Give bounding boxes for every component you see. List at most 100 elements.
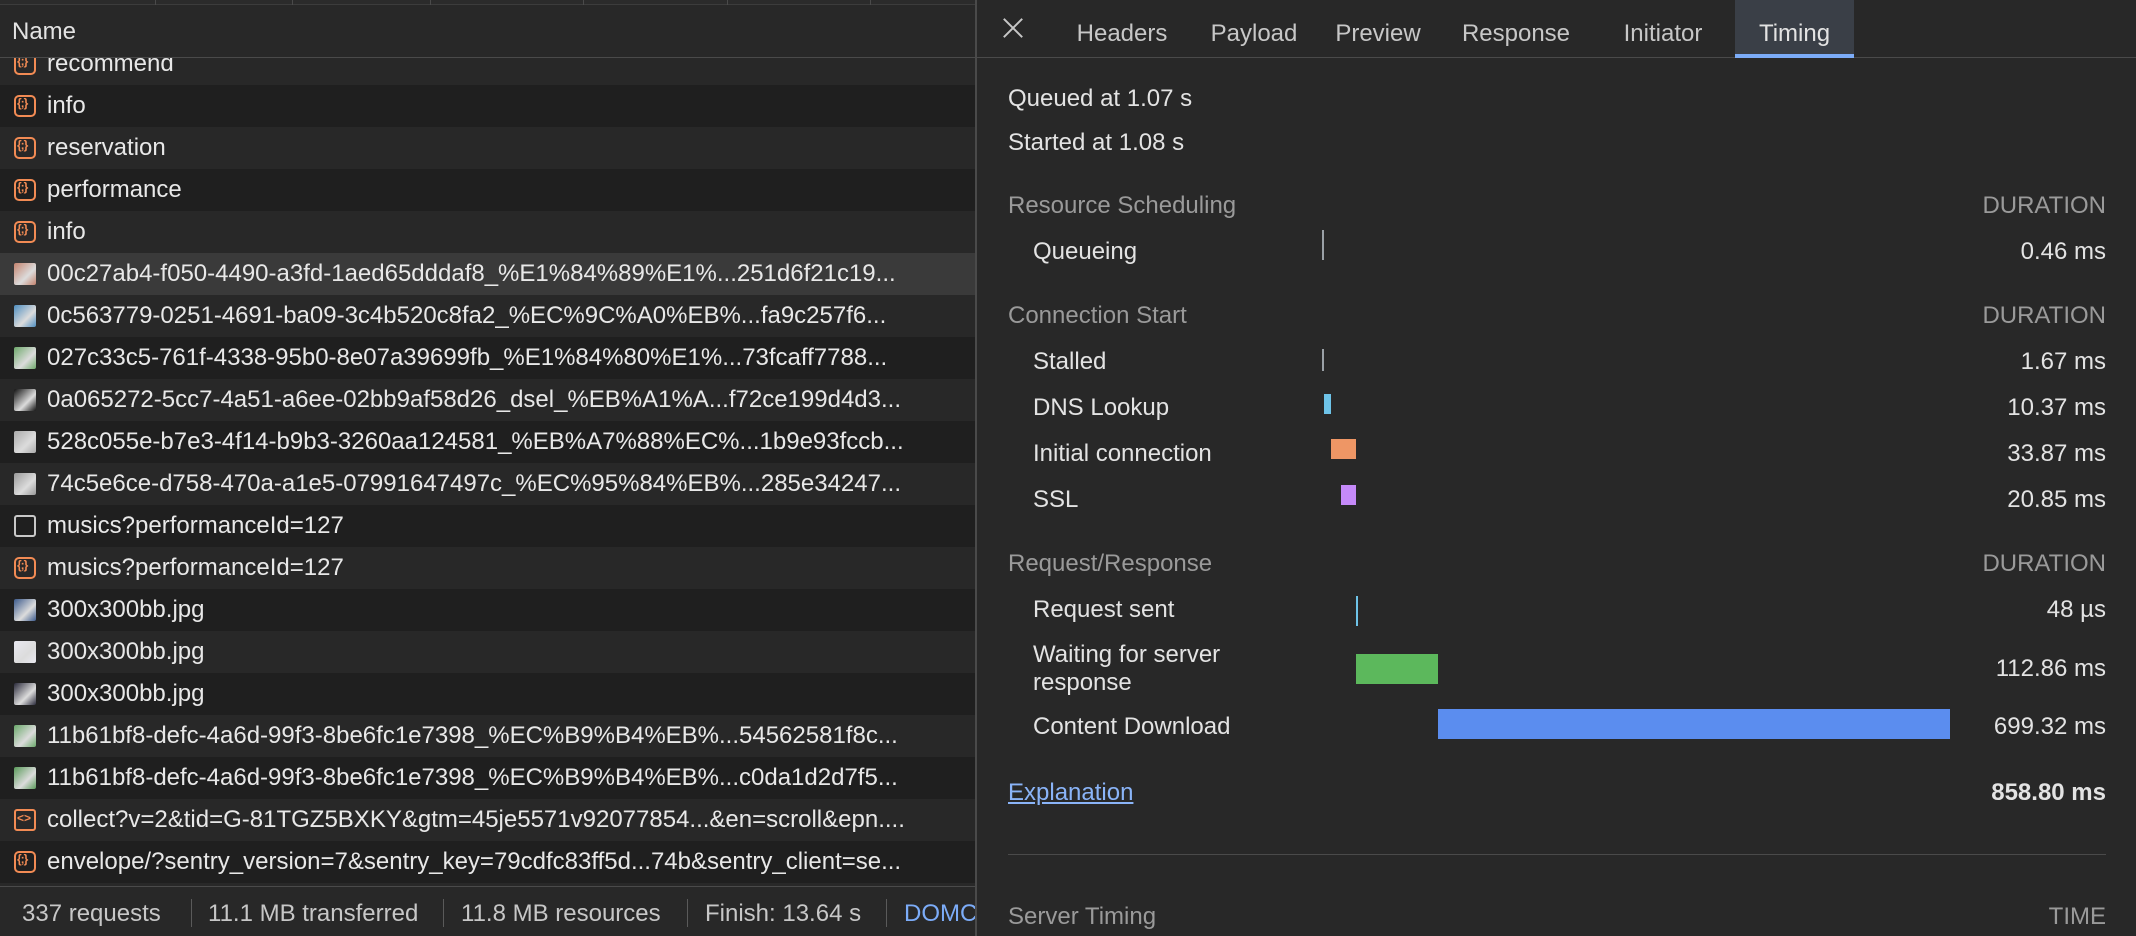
phase-label: Request sent xyxy=(1033,596,1175,623)
name-column-header[interactable]: Name xyxy=(0,5,975,58)
request-detail-panel: Headers Payload Preview Response Initiat… xyxy=(977,0,2136,936)
phase-label: Waiting for server response xyxy=(1033,641,1221,696)
tab-payload[interactable]: Payload xyxy=(1193,0,1315,58)
close-icon[interactable] xyxy=(999,14,1027,42)
request-row[interactable]: 300x300bb.jpg xyxy=(0,631,975,673)
phase-duration: 699.32 ms xyxy=(1993,713,2106,740)
request-name: 74c5e6ce-d758-470a-a1e5-07991647497c_%EC… xyxy=(47,470,901,497)
request-row[interactable]: musics?performanceId=127 xyxy=(0,547,975,589)
phase-label: DNS Lookup xyxy=(1033,394,1170,421)
timing-bar-stalled xyxy=(1322,349,1325,371)
image-thumbnail-icon xyxy=(14,473,36,495)
json-icon xyxy=(14,137,36,159)
server-timing-title: Server Timing xyxy=(1008,903,1157,930)
request-name: 300x300bb.jpg xyxy=(47,680,205,707)
phase-duration: 10.37 ms xyxy=(2007,394,2106,421)
section-title-resource-scheduling: Resource Scheduling xyxy=(1008,192,1237,219)
tab-preview[interactable]: Preview xyxy=(1315,0,1441,58)
request-row[interactable]: collect?v=2&tid=G-81TGZ5BXKY&gtm=45je557… xyxy=(0,799,975,841)
section-title-connection-start: Connection Start xyxy=(1008,302,1187,329)
section-title-request-response: Request/Response xyxy=(1008,550,1213,577)
domcontentloaded-time: DOMC xyxy=(904,900,978,927)
phase-label: Content Download xyxy=(1033,713,1231,740)
image-thumbnail-icon xyxy=(14,767,36,789)
section-column-duration: DURATION xyxy=(1982,550,2106,577)
request-row[interactable]: 0a065272-5cc7-4a51-a6ee-02bb9af58d26_dse… xyxy=(0,379,975,421)
request-row[interactable]: musics?performanceId=127 xyxy=(0,505,975,547)
phase-label: Queueing xyxy=(1033,238,1138,265)
server-timing-column: TIME xyxy=(2048,903,2106,930)
request-row[interactable]: performance xyxy=(0,169,975,211)
request-row[interactable]: info xyxy=(0,85,975,127)
started-at: Started at 1.08 s xyxy=(1008,129,1185,156)
json-icon xyxy=(14,557,36,579)
request-row[interactable]: recommend xyxy=(0,58,975,85)
image-thumbnail-icon xyxy=(14,725,36,747)
request-row[interactable]: 0c563779-0251-4691-ba09-3c4b520c8fa2_%EC… xyxy=(0,295,975,337)
tab-headers[interactable]: Headers xyxy=(1051,0,1193,58)
request-name: 300x300bb.jpg xyxy=(47,596,205,623)
request-name: 528c055e-b7e3-4f14-b9b3-3260aa124581_%EB… xyxy=(47,428,904,455)
name-column-label: Name xyxy=(12,18,77,45)
timing-bar-request-sent xyxy=(1355,596,1358,626)
phase-duration: 112.86 ms xyxy=(1995,655,2106,682)
tab-initiator[interactable]: Initiator xyxy=(1591,0,1735,58)
request-name: envelope/?sentry_version=7&sentry_key=79… xyxy=(47,848,902,875)
request-row[interactable]: 528c055e-b7e3-4f14-b9b3-3260aa124581_%EB… xyxy=(0,421,975,463)
request-row[interactable]: 300x300bb.jpg xyxy=(0,673,975,715)
total-duration: 858.80 ms xyxy=(1991,779,2106,806)
request-name: musics?performanceId=127 xyxy=(47,512,344,539)
request-row[interactable]: info xyxy=(0,211,975,253)
phase-duration: 48 µs xyxy=(2046,596,2106,623)
request-name: info xyxy=(47,218,86,245)
json-icon xyxy=(14,95,36,117)
timing-bar-initial-connection xyxy=(1331,439,1356,459)
status-bar: 337 requests 11.1 MB transferred 11.8 MB… xyxy=(0,886,978,936)
queued-at: Queued at 1.07 s xyxy=(1008,85,1193,112)
section-divider xyxy=(1008,854,2106,855)
json-icon xyxy=(14,58,36,75)
request-name: 00c27ab4-f050-4490-a3fd-1aed65dddaf8_%E1… xyxy=(47,260,896,287)
timing-content: Queued at 1.07 s Started at 1.08 s Resou… xyxy=(977,59,2136,936)
request-name: 0c563779-0251-4691-ba09-3c4b520c8fa2_%EC… xyxy=(47,302,887,329)
request-name: reservation xyxy=(47,134,166,161)
script-icon xyxy=(14,809,36,831)
image-thumbnail-icon xyxy=(14,599,36,621)
timing-bar-waiting-server-response xyxy=(1355,654,1439,684)
json-icon xyxy=(14,221,36,243)
phase-duration: 33.87 ms xyxy=(2007,440,2106,467)
phase-label: Initial connection xyxy=(1033,440,1212,467)
request-rows: recommend info reservation performance info 0… xyxy=(0,58,975,886)
request-name: 11b61bf8-defc-4a6d-99f3-8be6fc1e7398_%EC… xyxy=(47,722,898,749)
tab-response[interactable]: Response xyxy=(1441,0,1591,58)
request-name: performance xyxy=(47,176,182,203)
image-thumbnail-icon xyxy=(14,347,36,369)
timing-bar-content-download xyxy=(1438,709,1950,739)
request-row[interactable]: 74c5e6ce-d758-470a-a1e5-07991647497c_%EC… xyxy=(0,463,975,505)
section-column-duration: DURATION xyxy=(1982,302,2106,329)
request-row[interactable]: reservation xyxy=(0,127,975,169)
request-row[interactable]: 00c27ab4-f050-4490-a3fd-1aed65dddaf8_%E1… xyxy=(0,253,975,295)
json-icon xyxy=(14,851,36,873)
tab-timing[interactable]: Timing xyxy=(1735,0,1854,58)
phase-label: SSL xyxy=(1033,486,1079,513)
timing-bar-ssl xyxy=(1340,485,1356,505)
request-row[interactable]: 027c33c5-761f-4338-95b0-8e07a39699fb_%E1… xyxy=(0,337,975,379)
request-name: 027c33c5-761f-4338-95b0-8e07a39699fb_%E1… xyxy=(47,344,888,371)
request-row[interactable]: 300x300bb.jpg xyxy=(0,589,975,631)
section-column-duration: DURATION xyxy=(1982,192,2106,219)
request-row[interactable]: 11b61bf8-defc-4a6d-99f3-8be6fc1e7398_%EC… xyxy=(0,757,975,799)
explanation-link[interactable]: Explanation xyxy=(1008,779,1133,807)
request-name: info xyxy=(47,92,86,119)
request-row[interactable]: envelope/?sentry_version=7&sentry_key=79… xyxy=(0,841,975,883)
request-name: musics?performanceId=127 xyxy=(47,554,344,581)
request-count: 337 requests xyxy=(22,900,161,927)
image-thumbnail-icon xyxy=(14,431,36,453)
request-name: 300x300bb.jpg xyxy=(47,638,205,665)
timing-bar-queueing xyxy=(1322,230,1324,260)
request-row[interactable]: 11b61bf8-defc-4a6d-99f3-8be6fc1e7398_%EC… xyxy=(0,715,975,757)
request-name: 11b61bf8-defc-4a6d-99f3-8be6fc1e7398_%EC… xyxy=(47,764,898,791)
timing-bar-dns-lookup xyxy=(1323,394,1332,414)
image-thumbnail-icon xyxy=(14,683,36,705)
resources-size: 11.8 MB resources xyxy=(461,900,661,927)
